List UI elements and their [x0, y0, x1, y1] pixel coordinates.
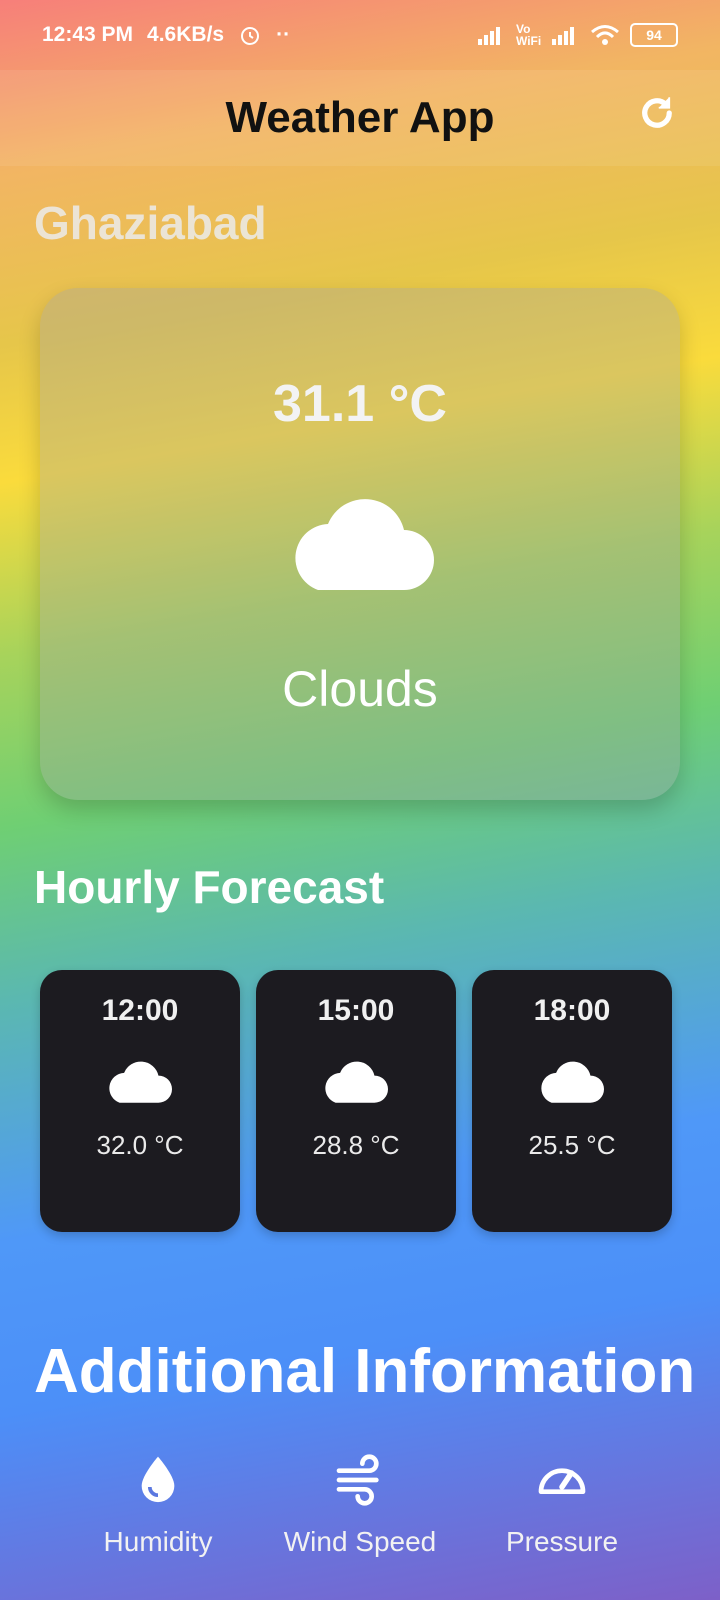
signal-icon-2 — [552, 27, 574, 45]
refresh-icon[interactable] — [636, 92, 678, 134]
app-bar: Weather App — [0, 70, 720, 166]
city-name: Ghaziabad — [34, 197, 267, 249]
hourly-temperature: 28.8 °C — [312, 1130, 400, 1160]
additional-info-title: Additional Information — [34, 1337, 696, 1406]
hourly-temperature: 25.5 °C — [528, 1130, 616, 1160]
signal-icon — [478, 27, 500, 45]
status-speed: 4.6KB/s — [147, 23, 225, 46]
alarm-icon — [241, 27, 260, 45]
wind-icon — [336, 1454, 379, 1506]
battery-indicator: 94 — [630, 23, 678, 47]
hourly-card: 15:00 28.8 °C — [256, 970, 456, 1232]
humidity-item: Humidity — [58, 1452, 258, 1580]
vowifi-label: Vo WiFi — [516, 22, 542, 48]
hourly-card: 18:00 25.5 °C — [472, 970, 672, 1232]
hourly-card: 12:00 32.0 °C — [40, 970, 240, 1232]
gauge-icon — [538, 1468, 586, 1494]
hourly-time: 15:00 — [317, 994, 395, 1027]
status-dots: ·· — [276, 23, 291, 46]
status-right: Vo WiFi 94 — [478, 23, 678, 47]
hourly-time: 12:00 — [101, 994, 179, 1027]
cloud-icon — [295, 499, 434, 590]
pressure-label: Pressure — [505, 1526, 619, 1557]
current-weather-card: 31.1 °C Clouds — [40, 288, 680, 800]
hourly-time: 18:00 — [533, 994, 611, 1027]
pressure-item: Pressure — [462, 1452, 662, 1580]
humidity-label: Humidity — [103, 1526, 213, 1557]
hourly-forecast-list[interactable]: 12:00 32.0 °C 15:00 28.8 °C 18:00 25.5 °… — [40, 970, 688, 1240]
additional-info-row: Humidity Wind Speed Pressure — [0, 1452, 720, 1600]
current-temperature: 31.1 °C — [272, 375, 447, 433]
wifi-icon — [591, 25, 619, 45]
hourly-forecast-title: Hourly Forecast — [34, 861, 385, 913]
status-time: 12:43 PM — [42, 23, 134, 46]
status-bar: 12:43 PM 4.6KB/s ·· Vo WiFi 94 — [0, 0, 720, 70]
cloud-icon — [325, 1061, 388, 1103]
wind-speed-label: Wind Speed — [283, 1526, 437, 1557]
status-left: 12:43 PM 4.6KB/s ·· — [42, 23, 290, 47]
app-title: Weather App — [225, 93, 495, 142]
cloud-icon — [541, 1061, 604, 1103]
wind-speed-item: Wind Speed — [260, 1452, 460, 1580]
current-condition: Clouds — [282, 661, 438, 717]
water-drop-icon — [141, 1456, 175, 1503]
hourly-temperature: 32.0 °C — [96, 1130, 184, 1160]
cloud-icon — [109, 1061, 172, 1103]
